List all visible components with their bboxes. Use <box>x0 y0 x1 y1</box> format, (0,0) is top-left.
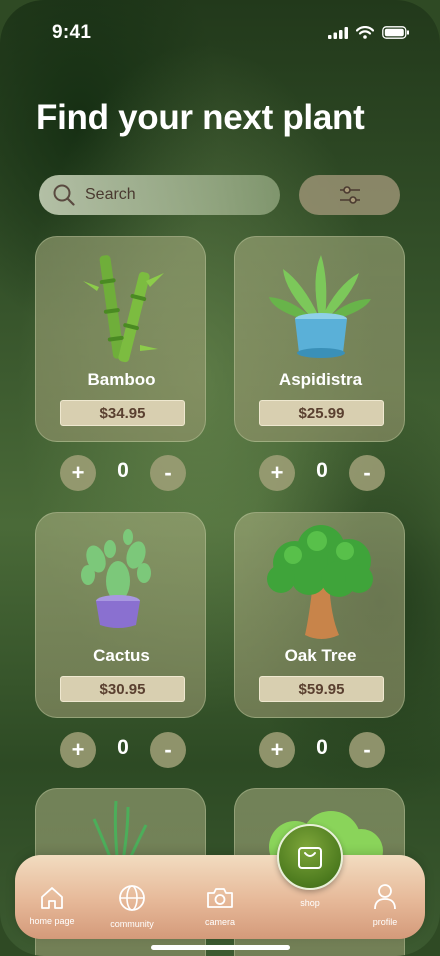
shop-button[interactable] <box>277 824 343 890</box>
quantity-stepper-cactus: + 0 - <box>60 732 186 768</box>
status-icons <box>328 26 410 39</box>
home-indicator <box>151 945 290 950</box>
plant-price: $25.99 <box>259 400 384 426</box>
plant-card-oak-tree[interactable]: Oak Tree $59.95 <box>234 512 405 718</box>
battery-icon <box>382 26 409 39</box>
filter-button[interactable] <box>299 175 400 215</box>
tab-profile-label: profile <box>372 917 398 927</box>
page-title: Find your next plant <box>36 98 365 137</box>
decrement-button[interactable]: - <box>349 732 385 768</box>
tab-camera[interactable]: camera <box>192 855 248 939</box>
oak-tree-image <box>267 525 373 639</box>
camera-icon <box>207 888 233 908</box>
increment-button[interactable]: + <box>259 455 295 491</box>
status-time: 9:41 <box>52 22 92 43</box>
tab-profile[interactable]: profile <box>357 855 413 939</box>
plant-card-aspidistra[interactable]: Aspidistra $25.99 <box>234 236 405 442</box>
plant-name: Oak Tree <box>284 646 357 665</box>
increment-button[interactable]: + <box>259 732 295 768</box>
decrement-button[interactable]: - <box>349 455 385 491</box>
tab-camera-label: camera <box>204 917 235 927</box>
profile-icon <box>374 884 396 910</box>
tab-home-label: home page <box>29 916 75 926</box>
plant-price: $34.95 <box>60 400 185 426</box>
increment-button[interactable]: + <box>60 455 96 491</box>
search-input[interactable]: Search <box>39 175 280 215</box>
quantity-value: 0 <box>316 736 328 759</box>
quantity-stepper-bamboo: + 0 - <box>60 455 186 491</box>
plant-name: Aspidistra <box>278 370 363 389</box>
plant-card-bamboo[interactable]: Bamboo $34.95 <box>35 236 206 442</box>
status-bar: 9:41 <box>0 0 440 64</box>
search-placeholder: Search <box>85 186 136 203</box>
increment-button[interactable]: + <box>60 732 96 768</box>
wifi-icon <box>356 26 374 39</box>
globe-icon <box>119 885 145 911</box>
decrement-button[interactable]: - <box>150 455 186 491</box>
decrement-button[interactable]: - <box>150 732 186 768</box>
signal-icon <box>328 26 348 39</box>
cactus-image <box>81 529 151 628</box>
plant-name: Cactus <box>93 646 150 665</box>
plant-card-cactus[interactable]: Cactus $30.95 <box>35 512 206 718</box>
quantity-value: 0 <box>117 459 129 482</box>
tab-shop-label: shop <box>300 898 320 908</box>
tab-community-label: community <box>110 919 154 929</box>
plant-price: $30.95 <box>60 676 185 702</box>
plant-name: Bamboo <box>87 370 156 389</box>
quantity-stepper-oak-tree: + 0 - <box>259 732 385 768</box>
home-icon <box>41 887 63 909</box>
tab-home[interactable]: home page <box>23 855 81 939</box>
bamboo-image <box>83 255 164 363</box>
tab-community[interactable]: community <box>103 855 161 939</box>
filter-icon <box>339 186 360 204</box>
shopping-bag-icon <box>298 847 322 869</box>
quantity-value: 0 <box>316 459 328 482</box>
aspidistra-image <box>269 255 371 358</box>
quantity-value: 0 <box>117 736 129 759</box>
quantity-stepper-aspidistra: + 0 - <box>259 455 385 491</box>
bottom-tab-bar: home page community camera shop profile <box>15 855 425 939</box>
plant-price: $59.95 <box>259 676 384 702</box>
app-screen: 9:41 Find your next plant Search Bamboo … <box>0 0 440 956</box>
search-icon <box>53 184 75 206</box>
